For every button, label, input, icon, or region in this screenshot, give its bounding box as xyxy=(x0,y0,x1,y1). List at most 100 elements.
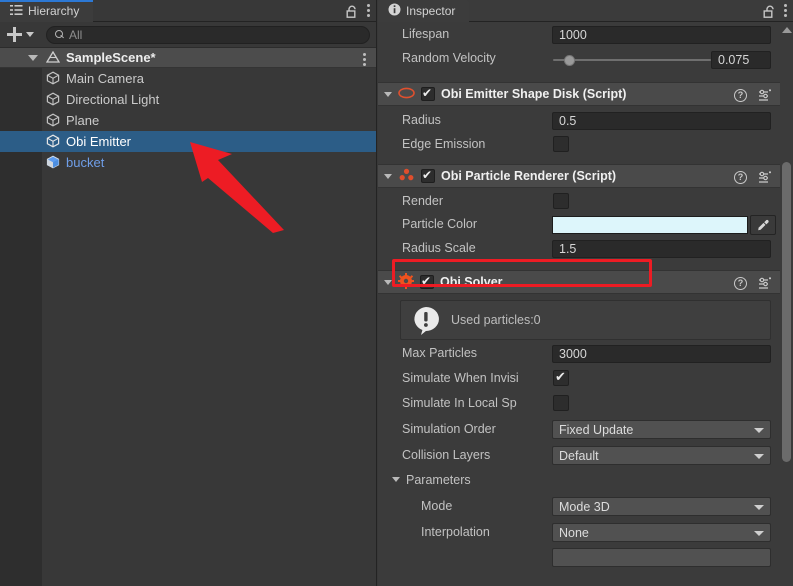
hierarchy-tab-actions xyxy=(346,0,370,22)
component-actions: ? xyxy=(734,165,785,189)
hierarchy-item-label: Directional Light xyxy=(66,92,160,107)
hierarchy-item-obi-emitter[interactable]: Obi Emitter xyxy=(0,131,376,152)
hierarchy-item-main-camera[interactable]: Main Camera xyxy=(0,68,376,89)
random-velocity-slider-knob[interactable] xyxy=(564,55,575,66)
lifespan-input[interactable]: 1000 xyxy=(552,26,771,44)
field-label: Mode xyxy=(421,499,453,513)
hierarchy-list-icon xyxy=(10,4,23,19)
scene-name: SampleScene* xyxy=(66,50,156,65)
field-row-interpolation: Interpolation None xyxy=(378,520,793,546)
field-row-collision-layers: Collision Layers Default xyxy=(378,443,793,469)
kebab-menu-icon[interactable] xyxy=(784,3,787,19)
hierarchy-item-label: Main Camera xyxy=(66,71,145,86)
help-icon[interactable]: ? xyxy=(734,88,747,102)
gameobject-cube-icon xyxy=(46,71,60,85)
component-header-obi-solver[interactable]: Obi Solver ? xyxy=(378,270,793,294)
tab-inspector[interactable]: Inspector xyxy=(378,0,470,22)
inspector-content: Lifespan 1000 Random Velocity 0.075 Obi … xyxy=(378,22,793,586)
field-row-lifespan: Lifespan 1000 xyxy=(378,22,793,47)
radius-input[interactable]: 0.5 xyxy=(552,112,771,130)
component-enabled-checkbox[interactable] xyxy=(421,85,435,101)
component-header-obi-emitter-shape-disk[interactable]: Obi Emitter Shape Disk (Script) ? xyxy=(378,82,793,106)
chevron-expanded-icon[interactable] xyxy=(28,55,38,61)
hierarchy-panel: Hierarchy All SampleScene* Main Camera D… xyxy=(0,0,377,586)
field-label: Interpolation xyxy=(421,525,490,539)
field-label: Simulate When Invisi xyxy=(402,371,519,385)
inspector-scrollbar-track[interactable] xyxy=(780,22,793,586)
eyedropper-icon[interactable] xyxy=(750,215,776,235)
lock-open-icon[interactable] xyxy=(346,5,358,18)
component-enabled-checkbox[interactable] xyxy=(421,167,435,183)
inspector-tab-actions xyxy=(763,0,787,22)
radius-scale-input[interactable]: 1.5 xyxy=(552,240,771,258)
simulation-order-value: Fixed Update xyxy=(559,422,634,437)
preset-icon[interactable] xyxy=(758,88,771,102)
field-row-edge-emission: Edge Emission xyxy=(378,134,793,157)
field-row-radius: Radius 0.5 xyxy=(378,109,793,134)
simulation-order-dropdown[interactable]: Fixed Update xyxy=(552,420,771,439)
field-label: Render xyxy=(402,194,443,208)
plus-icon[interactable] xyxy=(7,27,22,42)
tab-inspector-label: Inspector xyxy=(406,4,456,18)
render-checkbox[interactable] xyxy=(553,193,569,209)
inspector-scrollbar-thumb[interactable] xyxy=(782,162,791,462)
prefab-cube-icon xyxy=(46,155,60,169)
chevron-down-icon xyxy=(754,505,764,510)
clipped-dropdown[interactable] xyxy=(552,548,771,567)
hierarchy-tree: SampleScene* Main Camera Directional Lig… xyxy=(0,48,376,586)
chevron-down-icon[interactable] xyxy=(26,32,34,37)
component-enabled-checkbox[interactable] xyxy=(420,273,434,289)
tab-hierarchy-label: Hierarchy xyxy=(28,4,80,18)
interpolation-value: None xyxy=(559,525,589,540)
hierarchy-items: Main Camera Directional Light Plane Obi … xyxy=(0,68,376,173)
kebab-menu-icon[interactable] xyxy=(367,3,370,19)
chevron-down-icon xyxy=(754,531,764,536)
max-particles-input[interactable]: 3000 xyxy=(552,345,771,363)
help-icon[interactable]: ? xyxy=(734,276,747,290)
preset-icon[interactable] xyxy=(758,170,771,184)
scene-row[interactable]: SampleScene* xyxy=(0,48,376,68)
solver-info-text: Used particles:0 xyxy=(451,313,541,327)
component-title: Obi Emitter Shape Disk (Script) xyxy=(441,87,627,101)
search-input[interactable]: All xyxy=(46,25,370,44)
interpolation-dropdown[interactable]: None xyxy=(552,523,771,542)
edge-emission-checkbox[interactable] xyxy=(553,136,569,152)
mode-dropdown[interactable]: Mode 3D xyxy=(552,497,771,516)
chevron-expanded-icon[interactable] xyxy=(384,91,392,97)
random-velocity-slider-track[interactable] xyxy=(553,59,711,61)
hierarchy-item-label: bucket xyxy=(66,155,105,170)
info-circle-icon xyxy=(388,3,401,19)
simulate-when-invisible-checkbox[interactable] xyxy=(553,368,569,386)
collision-layers-dropdown[interactable]: Default xyxy=(552,446,771,465)
component-header-obi-particle-renderer[interactable]: Obi Particle Renderer (Script) ? xyxy=(378,164,793,188)
simulate-in-local-space-checkbox[interactable] xyxy=(553,395,569,411)
hierarchy-tabbar: Hierarchy xyxy=(0,0,376,22)
chevron-expanded-icon[interactable] xyxy=(392,477,400,482)
random-velocity-input[interactable]: 0.075 xyxy=(711,51,771,69)
lock-open-icon[interactable] xyxy=(763,5,775,18)
tab-hierarchy[interactable]: Hierarchy xyxy=(0,0,94,22)
field-label: Radius Scale xyxy=(402,241,476,255)
info-exclamation-icon xyxy=(411,305,441,335)
field-row-clipped xyxy=(378,546,793,567)
inspector-tabbar: Inspector xyxy=(378,0,793,22)
help-icon[interactable]: ? xyxy=(734,170,747,184)
scene-menu-icon[interactable] xyxy=(363,53,366,68)
mode-value: Mode 3D xyxy=(559,499,610,514)
scroll-up-arrow-icon[interactable] xyxy=(782,27,792,33)
field-row-render: Render xyxy=(378,190,793,214)
field-row-simulate-when-invisible: Simulate When Invisi xyxy=(378,367,793,392)
chevron-expanded-icon[interactable] xyxy=(384,173,392,179)
hierarchy-item-bucket[interactable]: bucket xyxy=(0,152,376,173)
subsection-parameters[interactable]: Parameters xyxy=(378,469,793,494)
field-row-particle-color: Particle Color xyxy=(378,214,793,237)
field-label: Random Velocity xyxy=(402,51,496,65)
search-icon xyxy=(55,30,64,39)
hierarchy-item-label: Obi Emitter xyxy=(66,134,132,149)
preset-icon[interactable] xyxy=(758,276,771,290)
particle-color-swatch[interactable] xyxy=(552,216,748,234)
hierarchy-item-plane[interactable]: Plane xyxy=(0,110,376,131)
field-row-mode: Mode Mode 3D xyxy=(378,494,793,520)
chevron-expanded-icon[interactable] xyxy=(384,279,392,285)
hierarchy-item-directional-light[interactable]: Directional Light xyxy=(0,89,376,110)
